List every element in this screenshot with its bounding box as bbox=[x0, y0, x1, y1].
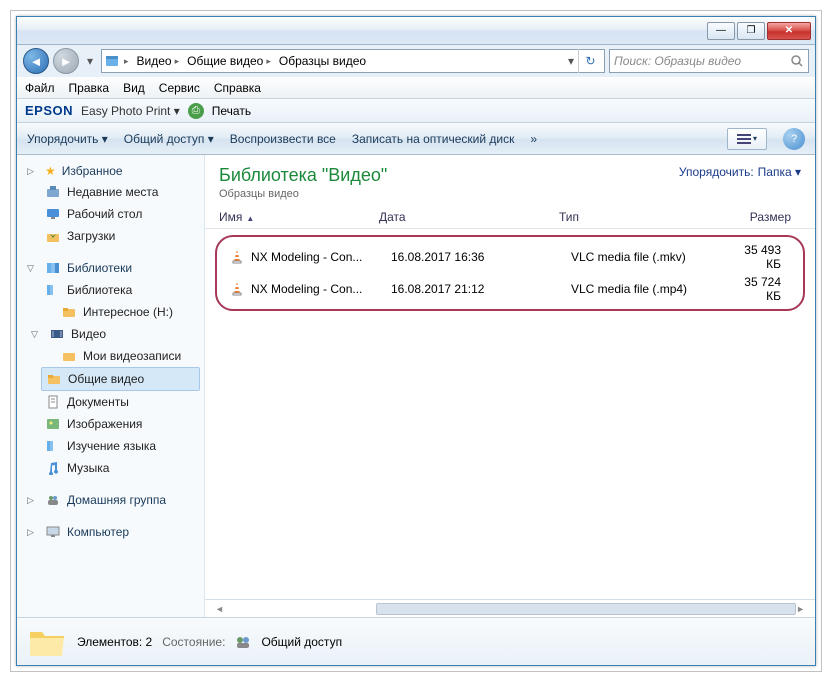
arrange-by[interactable]: Папка ▾ bbox=[758, 165, 801, 179]
search-icon bbox=[790, 54, 804, 68]
downloads-icon bbox=[45, 228, 61, 244]
column-headers[interactable]: Имя▲ Дата Тип Размер bbox=[205, 206, 815, 229]
play-all-button[interactable]: Воспроизвести все bbox=[230, 132, 336, 146]
libraries-icon bbox=[45, 260, 61, 276]
help-button[interactable]: ? bbox=[783, 128, 805, 150]
folder-large-icon bbox=[27, 624, 67, 660]
menu-file[interactable]: Файл bbox=[25, 81, 55, 95]
sidebar-item-myvideo[interactable]: Мои видеозаписи bbox=[17, 345, 204, 367]
star-icon: ★ bbox=[45, 164, 56, 178]
close-button[interactable]: ✕ bbox=[767, 22, 811, 40]
burn-button[interactable]: Записать на оптический диск bbox=[352, 132, 515, 146]
highlight-annotation: NX Modeling - Con... 16.08.2017 16:36 VL… bbox=[215, 235, 805, 311]
sidebar-computer[interactable]: ▷Компьютер bbox=[17, 521, 204, 543]
menu-bar: Файл Правка Вид Сервис Справка bbox=[17, 77, 815, 99]
folder-icon bbox=[45, 282, 61, 298]
sidebar-item-desktop[interactable]: Рабочий стол bbox=[17, 203, 204, 225]
folder-icon bbox=[45, 438, 61, 454]
minimize-button[interactable]: — bbox=[707, 22, 735, 40]
sidebar-item-learning[interactable]: Изучение языка bbox=[17, 435, 204, 457]
sidebar-item-shared-video[interactable]: Общие видео bbox=[41, 367, 200, 391]
status-label: Состояние: bbox=[162, 635, 225, 649]
page-title: Библиотека "Видео" bbox=[219, 165, 387, 186]
vlc-icon bbox=[229, 281, 245, 297]
folder-icon bbox=[61, 304, 77, 320]
menu-help[interactable]: Справка bbox=[214, 81, 261, 95]
organize-button[interactable]: Упорядочить ▾ bbox=[27, 132, 108, 146]
print-button[interactable]: Печать bbox=[212, 104, 251, 118]
images-icon bbox=[45, 416, 61, 432]
sidebar-item-images[interactable]: Изображения bbox=[17, 413, 204, 435]
breadcrumb-item[interactable]: Видео▸ bbox=[133, 52, 184, 70]
share-button[interactable]: Общий доступ ▾ bbox=[124, 132, 214, 146]
desktop-icon bbox=[45, 206, 61, 222]
sidebar-item-downloads[interactable]: Загрузки bbox=[17, 225, 204, 247]
status-bar: Элементов: 2 Состояние: Общий доступ bbox=[17, 617, 815, 665]
horizontal-scrollbar[interactable]: ◄► bbox=[205, 599, 815, 617]
breadcrumb-item[interactable]: Общие видео▸ bbox=[183, 52, 275, 70]
address-bar[interactable]: ▸ Видео▸ Общие видео▸ Образцы видео ▾ ↻ bbox=[101, 49, 605, 73]
sidebar-item-video[interactable]: ▽Видео bbox=[17, 323, 204, 345]
documents-icon bbox=[45, 394, 61, 410]
sidebar-favorites[interactable]: ▷★Избранное bbox=[17, 161, 204, 181]
computer-icon bbox=[45, 524, 61, 540]
titlebar: — ❐ ✕ bbox=[17, 17, 815, 45]
item-count: Элементов: 2 bbox=[77, 635, 152, 649]
sidebar-item-music[interactable]: Музыка bbox=[17, 457, 204, 479]
address-dropdown[interactable]: ▾ bbox=[564, 52, 578, 70]
forward-button[interactable]: ► bbox=[53, 48, 79, 74]
sidebar-homegroup[interactable]: ▷Домашняя группа bbox=[17, 489, 204, 511]
homegroup-icon bbox=[45, 492, 61, 508]
history-dropdown[interactable]: ▾ bbox=[83, 52, 97, 70]
maximize-button[interactable]: ❐ bbox=[737, 22, 765, 40]
menu-tools[interactable]: Сервис bbox=[159, 81, 200, 95]
nav-bar: ◄ ► ▾ ▸ Видео▸ Общие видео▸ Образцы виде… bbox=[17, 45, 815, 77]
print-icon: ⎙ bbox=[188, 103, 204, 119]
video-icon bbox=[49, 326, 65, 342]
menu-view[interactable]: Вид bbox=[123, 81, 145, 95]
recent-icon bbox=[45, 184, 61, 200]
music-icon bbox=[45, 460, 61, 476]
back-button[interactable]: ◄ bbox=[23, 48, 49, 74]
toolbar: Упорядочить ▾ Общий доступ ▾ Воспроизвес… bbox=[17, 123, 815, 155]
share-status: Общий доступ bbox=[261, 635, 342, 649]
sidebar-item-documents[interactable]: Документы bbox=[17, 391, 204, 413]
folder-icon bbox=[61, 348, 77, 364]
epson-logo: EPSON bbox=[25, 103, 73, 118]
breadcrumb-item[interactable]: Образцы видео bbox=[275, 52, 370, 70]
page-subtitle: Образцы видео bbox=[219, 188, 387, 200]
search-input[interactable]: Поиск: Образцы видео bbox=[609, 49, 809, 73]
arrange-label: Упорядочить: bbox=[679, 165, 754, 179]
sidebar: ▷★Избранное Недавние места Рабочий стол … bbox=[17, 155, 205, 617]
sidebar-libraries[interactable]: ▽Библиотеки bbox=[17, 257, 204, 279]
sidebar-item-library[interactable]: Библиотека bbox=[17, 279, 204, 301]
sidebar-item-interesting[interactable]: Интересное (H:) bbox=[17, 301, 204, 323]
main-panel: Библиотека "Видео" Образцы видео Упорядо… bbox=[205, 155, 815, 617]
epson-bar: EPSON Easy Photo Print ▾ ⎙ Печать bbox=[17, 99, 815, 123]
sidebar-item-recent[interactable]: Недавние места bbox=[17, 181, 204, 203]
more-button[interactable]: » bbox=[530, 132, 537, 146]
file-row[interactable]: NX Modeling - Con... 16.08.2017 16:36 VL… bbox=[225, 241, 795, 273]
view-button[interactable]: ▾ bbox=[727, 128, 767, 150]
file-row[interactable]: NX Modeling - Con... 16.08.2017 21:12 VL… bbox=[225, 273, 795, 305]
folder-icon bbox=[46, 371, 62, 387]
vlc-icon bbox=[229, 249, 245, 265]
easy-photo-print[interactable]: Easy Photo Print ▾ bbox=[81, 104, 180, 118]
refresh-button[interactable]: ↻ bbox=[578, 49, 602, 73]
library-icon bbox=[104, 53, 120, 69]
menu-edit[interactable]: Правка bbox=[69, 81, 110, 95]
share-icon bbox=[235, 634, 251, 650]
